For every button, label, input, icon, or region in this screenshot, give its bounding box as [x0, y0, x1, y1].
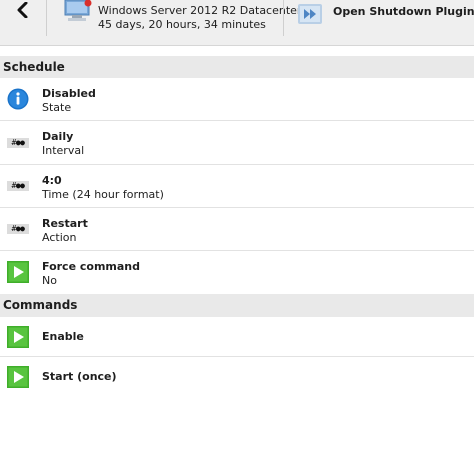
top-bar: Windows Server 2012 R2 Datacenter 45 day…: [0, 0, 474, 46]
interval-value: Daily: [42, 130, 74, 143]
interval-label: Interval: [42, 144, 85, 157]
action-label: Action: [42, 231, 77, 244]
play-icon: [7, 366, 29, 388]
commands-heading: Commands: [0, 294, 474, 317]
server-monitor-icon: [64, 0, 92, 21]
list-item-time[interactable]: #●● 4:0 Time (24 hour format): [0, 165, 474, 208]
divider: [46, 0, 47, 36]
action-value: Restart: [42, 217, 88, 230]
hash-dots-icon: #●●: [7, 224, 29, 234]
state-label: State: [42, 101, 72, 114]
play-icon: [7, 326, 29, 348]
open-shutdown-plugin-button[interactable]: Open Shutdown Plugin: [333, 5, 474, 18]
divider: [283, 0, 284, 36]
force-command-label: Force command: [42, 260, 140, 273]
enable-label: Enable: [42, 330, 84, 343]
server-title: Windows Server 2012 R2 Datacenter: [98, 4, 302, 17]
start-once-label: Start (once): [42, 370, 117, 383]
server-uptime: 45 days, 20 hours, 34 minutes: [98, 18, 266, 31]
schedule-heading: Schedule: [0, 56, 474, 78]
chevron-left-icon: [17, 2, 28, 18]
list-item-state[interactable]: Disabled State: [0, 78, 474, 121]
info-icon: [7, 88, 29, 110]
time-value: 4:0: [42, 174, 62, 187]
command-start-once[interactable]: Start (once): [0, 357, 474, 397]
list-item-force-command[interactable]: Force command No: [0, 251, 474, 294]
force-command-value: No: [42, 274, 57, 287]
command-enable[interactable]: Enable: [0, 317, 474, 357]
hash-dots-icon: #●●: [7, 181, 29, 191]
list-item-action[interactable]: #●● Restart Action: [0, 208, 474, 251]
fast-forward-icon[interactable]: [298, 4, 322, 24]
hash-dots-icon: #●●: [7, 138, 29, 148]
state-value: Disabled: [42, 87, 96, 100]
play-icon: [7, 261, 29, 283]
back-button[interactable]: [0, 0, 46, 46]
time-label: Time (24 hour format): [42, 188, 164, 201]
list-item-interval[interactable]: #●● Daily Interval: [0, 121, 474, 165]
